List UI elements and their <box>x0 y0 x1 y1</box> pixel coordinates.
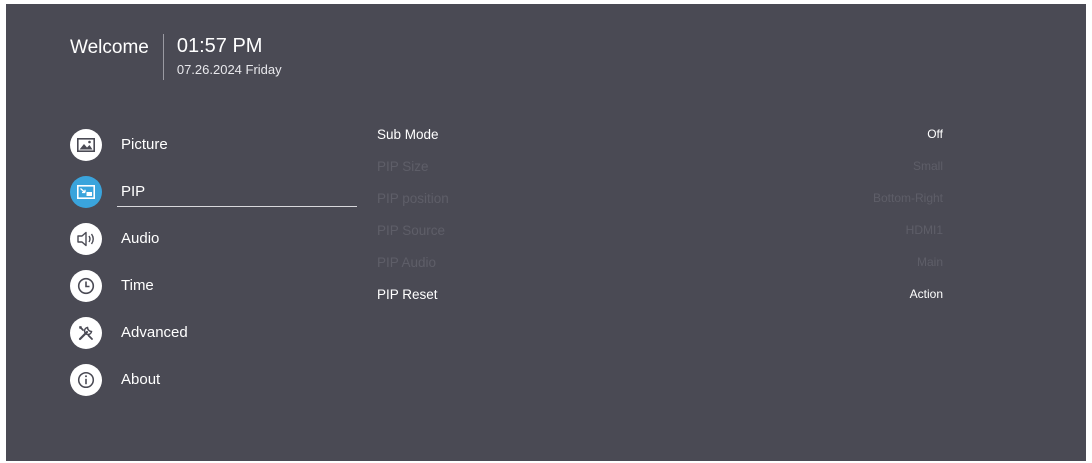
menu-label-time: Time <box>121 277 154 294</box>
setting-value: Main <box>916 255 943 269</box>
menu-item-time[interactable]: Time <box>70 262 360 309</box>
clock-icon <box>70 269 102 302</box>
clock-date: 07.26.2024 Friday <box>176 62 282 77</box>
menu-label-pip: PIP <box>121 183 146 200</box>
setting-pip-reset[interactable]: PIP Reset Action <box>377 278 943 310</box>
setting-label: PIP position <box>377 190 449 206</box>
setting-pip-position: PIP position Bottom-Right <box>377 182 943 214</box>
menu-item-pip[interactable]: PIP <box>70 168 360 215</box>
menu-item-about[interactable]: About <box>70 356 360 403</box>
menu-label-about: About <box>121 371 161 388</box>
menu-label-picture: Picture <box>121 136 168 153</box>
clock: 01:57 PM 07.26.2024 Friday <box>177 34 282 79</box>
header: Welcome 01:57 PM 07.26.2024 Friday <box>70 34 282 80</box>
setting-pip-source: PIP Source HDMI1 <box>377 214 943 246</box>
welcome-text: Welcome <box>70 37 149 58</box>
menu-item-picture[interactable]: Picture <box>70 121 360 168</box>
setting-value: HDMI1 <box>905 223 943 237</box>
info-icon <box>70 363 102 396</box>
active-item-underline <box>117 206 357 207</box>
setting-label: Sub Mode <box>377 126 439 142</box>
setting-label: PIP Size <box>377 158 429 174</box>
setting-value: Small <box>912 159 943 173</box>
setting-label: PIP Source <box>377 222 446 238</box>
clock-time: 01:57 PM <box>176 35 263 57</box>
settings-menu: Picture PIP Audio Time Advanced About <box>70 121 360 403</box>
header-divider <box>162 34 164 80</box>
menu-item-advanced[interactable]: Advanced <box>70 309 360 356</box>
pip-icon <box>70 175 102 208</box>
setting-sub-mode[interactable]: Sub Mode Off <box>377 118 943 150</box>
menu-item-audio[interactable]: Audio <box>70 215 360 262</box>
setting-label: PIP Reset <box>377 286 438 302</box>
menu-label-advanced: Advanced <box>121 324 188 341</box>
setting-pip-size: PIP Size Small <box>377 150 943 182</box>
picture-icon <box>70 128 102 161</box>
tv-settings-screen: Welcome 01:57 PM 07.26.2024 Friday Pictu… <box>6 4 1086 461</box>
speaker-icon <box>70 222 102 255</box>
setting-value: Action <box>909 287 943 301</box>
menu-label-audio: Audio <box>121 230 160 247</box>
setting-label: PIP Audio <box>377 254 437 270</box>
pip-settings-list: Sub Mode Off PIP Size Small PIP position… <box>377 118 943 310</box>
tools-icon <box>70 316 102 349</box>
setting-value: Bottom-Right <box>872 191 943 205</box>
setting-pip-audio: PIP Audio Main <box>377 246 943 278</box>
setting-value: Off <box>927 127 943 141</box>
